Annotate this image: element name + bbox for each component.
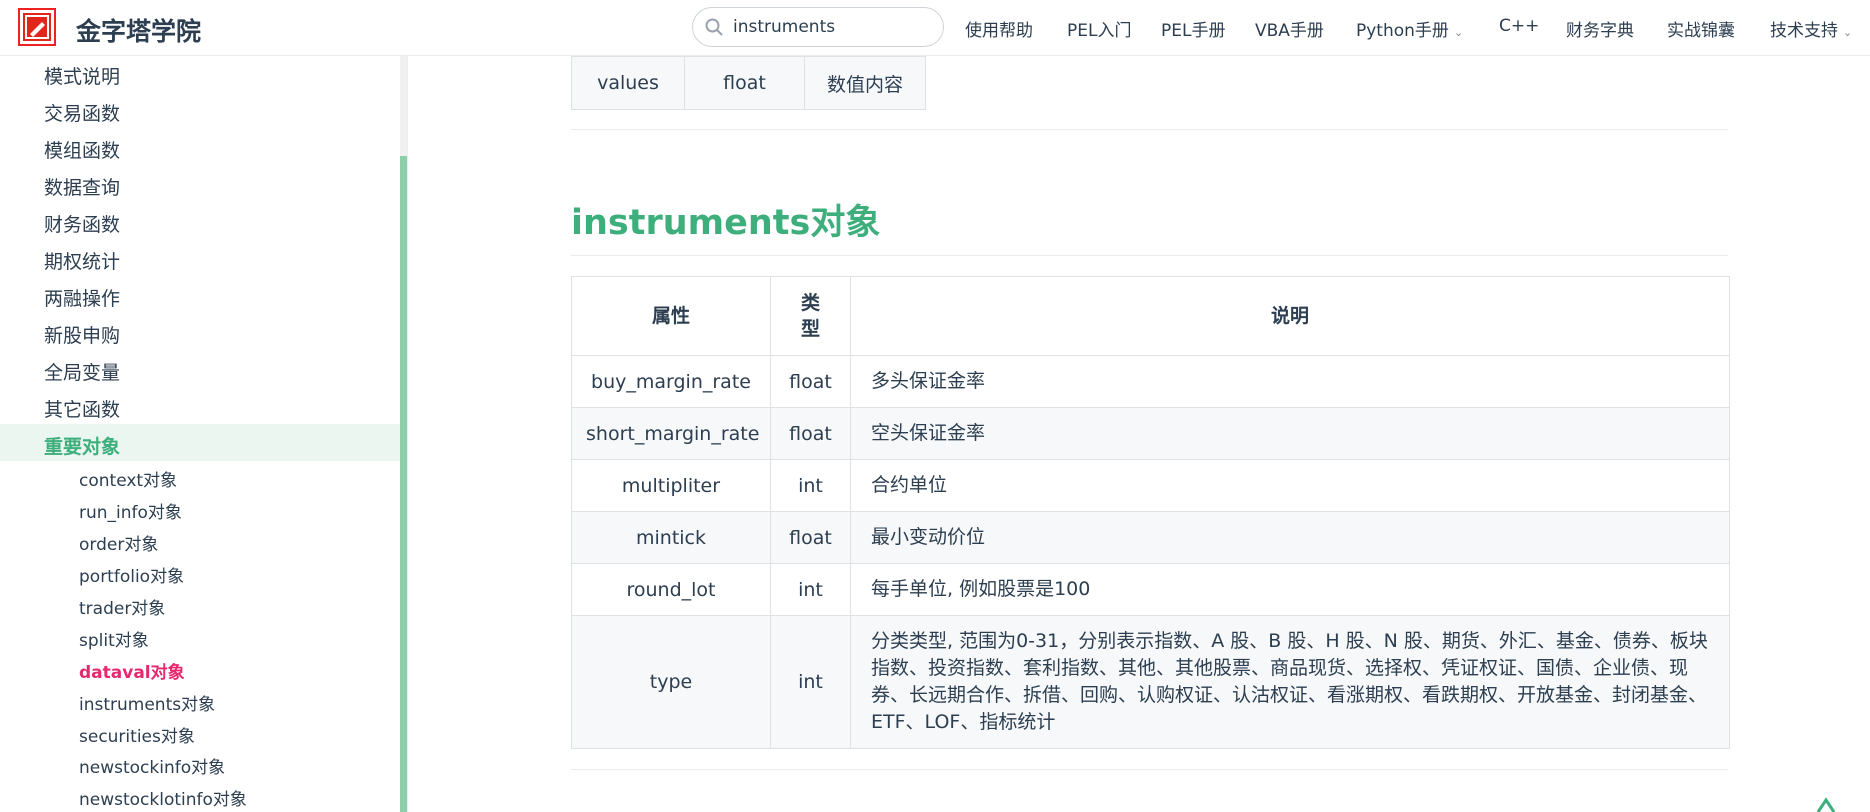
table-cell-desc: 合约单位	[850, 459, 1730, 512]
table-cell-type: int	[770, 563, 851, 616]
sidebar-subitem-split[interactable]: split对象	[79, 626, 149, 651]
table-cell-desc: 空头保证金率	[850, 407, 1730, 460]
sidebar-subitem-newstocklotinfo[interactable]: newstocklotinfo对象	[79, 785, 247, 810]
chevron-down-icon: ⌄	[1453, 26, 1464, 39]
col-header-type: 类 型	[770, 276, 851, 356]
nav-link-pel-intro[interactable]: PEL入门	[1067, 16, 1131, 41]
search-icon	[705, 18, 723, 36]
chevron-down-icon: ⌄	[1843, 26, 1853, 39]
table-cell-desc: 最小变动价位	[850, 511, 1730, 564]
nav-link-cpp[interactable]: C++	[1499, 16, 1539, 36]
nav-dropdown-support[interactable]: 技术支持 ⌄	[1770, 16, 1852, 41]
sidebar-item-margin-ops[interactable]: 两融操作	[44, 284, 120, 311]
sidebar-subitem-dataval[interactable]: dataval对象	[79, 658, 185, 683]
sidebar-subitem-run-info[interactable]: run_info对象	[79, 498, 182, 523]
table-row: round_lot int 每手单位, 例如股票是100	[571, 563, 1730, 616]
table-row: multipliter int 合约单位	[571, 459, 1730, 512]
heading-underline	[571, 255, 1728, 256]
nav-label: 使用帮助	[965, 21, 1033, 41]
search-input[interactable]	[733, 14, 933, 40]
nav-dropdown-python[interactable]: Python手册 ⌄	[1356, 16, 1463, 41]
sidebar-item-ipo[interactable]: 新股申购	[44, 321, 120, 348]
sidebar-item-finance-funcs[interactable]: 财务函数	[44, 210, 120, 237]
sidebar-subitem-securities[interactable]: securities对象	[79, 722, 195, 747]
nav-label: 技术支持	[1770, 21, 1838, 41]
col-header-attr: 属性	[571, 276, 771, 356]
nav-label: 财务字典	[1566, 21, 1634, 41]
dataval-table-tail: values float 数值内容	[571, 56, 926, 110]
table-cell-type: int	[770, 615, 851, 749]
nav-label: VBA手册	[1255, 21, 1324, 41]
sidebar: 模式说明 交易函数 模组函数 数据查询 财务函数 期权统计 两融操作 新股申购 …	[0, 56, 408, 812]
main-content: values float 数值内容 instruments对象 属性 类 型 说…	[408, 56, 1870, 812]
table-cell-desc: 多头保证金率	[850, 355, 1730, 408]
table-cell-type: float	[770, 355, 851, 408]
nav-link-vba-manual[interactable]: VBA手册	[1255, 16, 1324, 41]
instruments-table: 属性 类 型 说明 buy_margin_rate float 多头保证金率 s…	[571, 276, 1730, 749]
sidebar-item-module-funcs[interactable]: 模组函数	[44, 136, 120, 163]
table-cell-type: float	[770, 511, 851, 564]
table-row: short_margin_rate float 空头保证金率	[571, 407, 1730, 460]
nav-label: Python手册	[1356, 21, 1449, 41]
table-cell-type: float	[684, 56, 805, 110]
table-cell-attr: short_margin_rate	[571, 407, 771, 460]
table-cell-attr: buy_margin_rate	[571, 355, 771, 408]
section-divider	[571, 769, 1728, 770]
nav-label: PEL入门	[1067, 21, 1132, 41]
sidebar-subitem-context[interactable]: context对象	[79, 466, 177, 491]
site-name[interactable]: 金字塔学院	[76, 12, 201, 48]
section-title: instruments对象	[571, 203, 881, 243]
sidebar-item-data-query[interactable]: 数据查询	[44, 173, 120, 200]
sidebar-item-option-stats[interactable]: 期权统计	[44, 247, 120, 274]
section-divider	[571, 129, 1728, 130]
back-to-top-icon[interactable]	[1816, 796, 1836, 812]
table-row: mintick float 最小变动价位	[571, 511, 1730, 564]
sidebar-item-globals[interactable]: 全局变量	[44, 358, 120, 385]
table-cell-type: float	[770, 407, 851, 460]
col-header-desc: 说明	[850, 276, 1730, 356]
table-cell-attr: values	[571, 56, 685, 110]
sidebar-subitem-trader[interactable]: trader对象	[79, 594, 165, 619]
table-cell-attr: mintick	[571, 511, 771, 564]
table-row: buy_margin_rate float 多头保证金率	[571, 355, 1730, 408]
table-header-row: 属性 类 型 说明	[571, 276, 1730, 356]
nav-label: 实战锦囊	[1667, 21, 1735, 41]
table-cell-type: int	[770, 459, 851, 512]
table-cell-desc: 分类类型, 范围为0-31，分别表示指数、A 股、B 股、H 股、N 股、期货、…	[850, 615, 1730, 749]
sidebar-subitem-newstockinfo[interactable]: newstockinfo对象	[79, 753, 225, 778]
logo-pencil-icon	[25, 15, 49, 39]
nav-link-finance-dict[interactable]: 财务字典	[1566, 16, 1634, 41]
sidebar-item-mode[interactable]: 模式说明	[44, 62, 120, 89]
nav-label: C++	[1499, 16, 1540, 36]
table-cell-desc: 每手单位, 例如股票是100	[850, 563, 1730, 616]
nav-label: PEL手册	[1161, 21, 1226, 41]
sidebar-item-trade-funcs[interactable]: 交易函数	[44, 99, 120, 126]
table-cell-attr: type	[571, 615, 771, 749]
site-logo[interactable]	[18, 8, 56, 46]
sidebar-scrollbar-thumb[interactable]	[400, 156, 407, 812]
nav-link-tips[interactable]: 实战锦囊	[1667, 16, 1735, 41]
sidebar-item-important-objects[interactable]: 重要对象	[44, 432, 120, 459]
table-cell-desc: 数值内容	[804, 56, 926, 110]
nav-link-pel-manual[interactable]: PEL手册	[1161, 16, 1225, 41]
table-row: type int 分类类型, 范围为0-31，分别表示指数、A 股、B 股、H …	[571, 615, 1730, 749]
table-cell-attr: multipliter	[571, 459, 771, 512]
table-row: values float 数值内容	[571, 56, 926, 110]
search-box[interactable]	[692, 7, 944, 47]
nav-link-help[interactable]: 使用帮助	[965, 16, 1033, 41]
sidebar-subitem-order[interactable]: order对象	[79, 530, 158, 555]
sidebar-subitem-instruments[interactable]: instruments对象	[79, 690, 215, 715]
top-navbar: 金字塔学院 使用帮助 PEL入门 PEL手册 VBA手册 Python手册 ⌄ C…	[0, 0, 1870, 56]
sidebar-item-other-funcs[interactable]: 其它函数	[44, 395, 120, 422]
sidebar-subitem-portfolio[interactable]: portfolio对象	[79, 562, 184, 587]
table-cell-attr: round_lot	[571, 563, 771, 616]
